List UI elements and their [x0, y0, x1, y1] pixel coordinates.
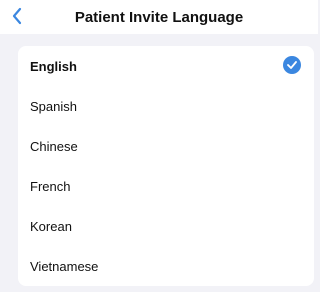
language-option-vietnamese[interactable]: Vietnamese	[18, 246, 314, 286]
language-option-chinese[interactable]: Chinese	[18, 126, 314, 166]
language-option-korean[interactable]: Korean	[18, 206, 314, 246]
language-label: Chinese	[30, 138, 78, 154]
language-label: Spanish	[30, 98, 77, 114]
language-label: Korean	[30, 218, 72, 234]
language-option-french[interactable]: French	[18, 166, 314, 206]
navigation-bar: Patient Invite Language	[0, 0, 318, 34]
page-title: Patient Invite Language	[74, 9, 244, 26]
language-option-spanish[interactable]: Spanish	[18, 86, 314, 126]
language-label: French	[30, 178, 71, 194]
language-label: English	[30, 58, 77, 74]
language-list: English Spanish Chinese French Korean Vi…	[18, 46, 314, 286]
checkmark-circle-icon	[283, 56, 301, 74]
language-option-english[interactable]: English	[18, 46, 314, 86]
language-label: Vietnamese	[30, 258, 99, 274]
